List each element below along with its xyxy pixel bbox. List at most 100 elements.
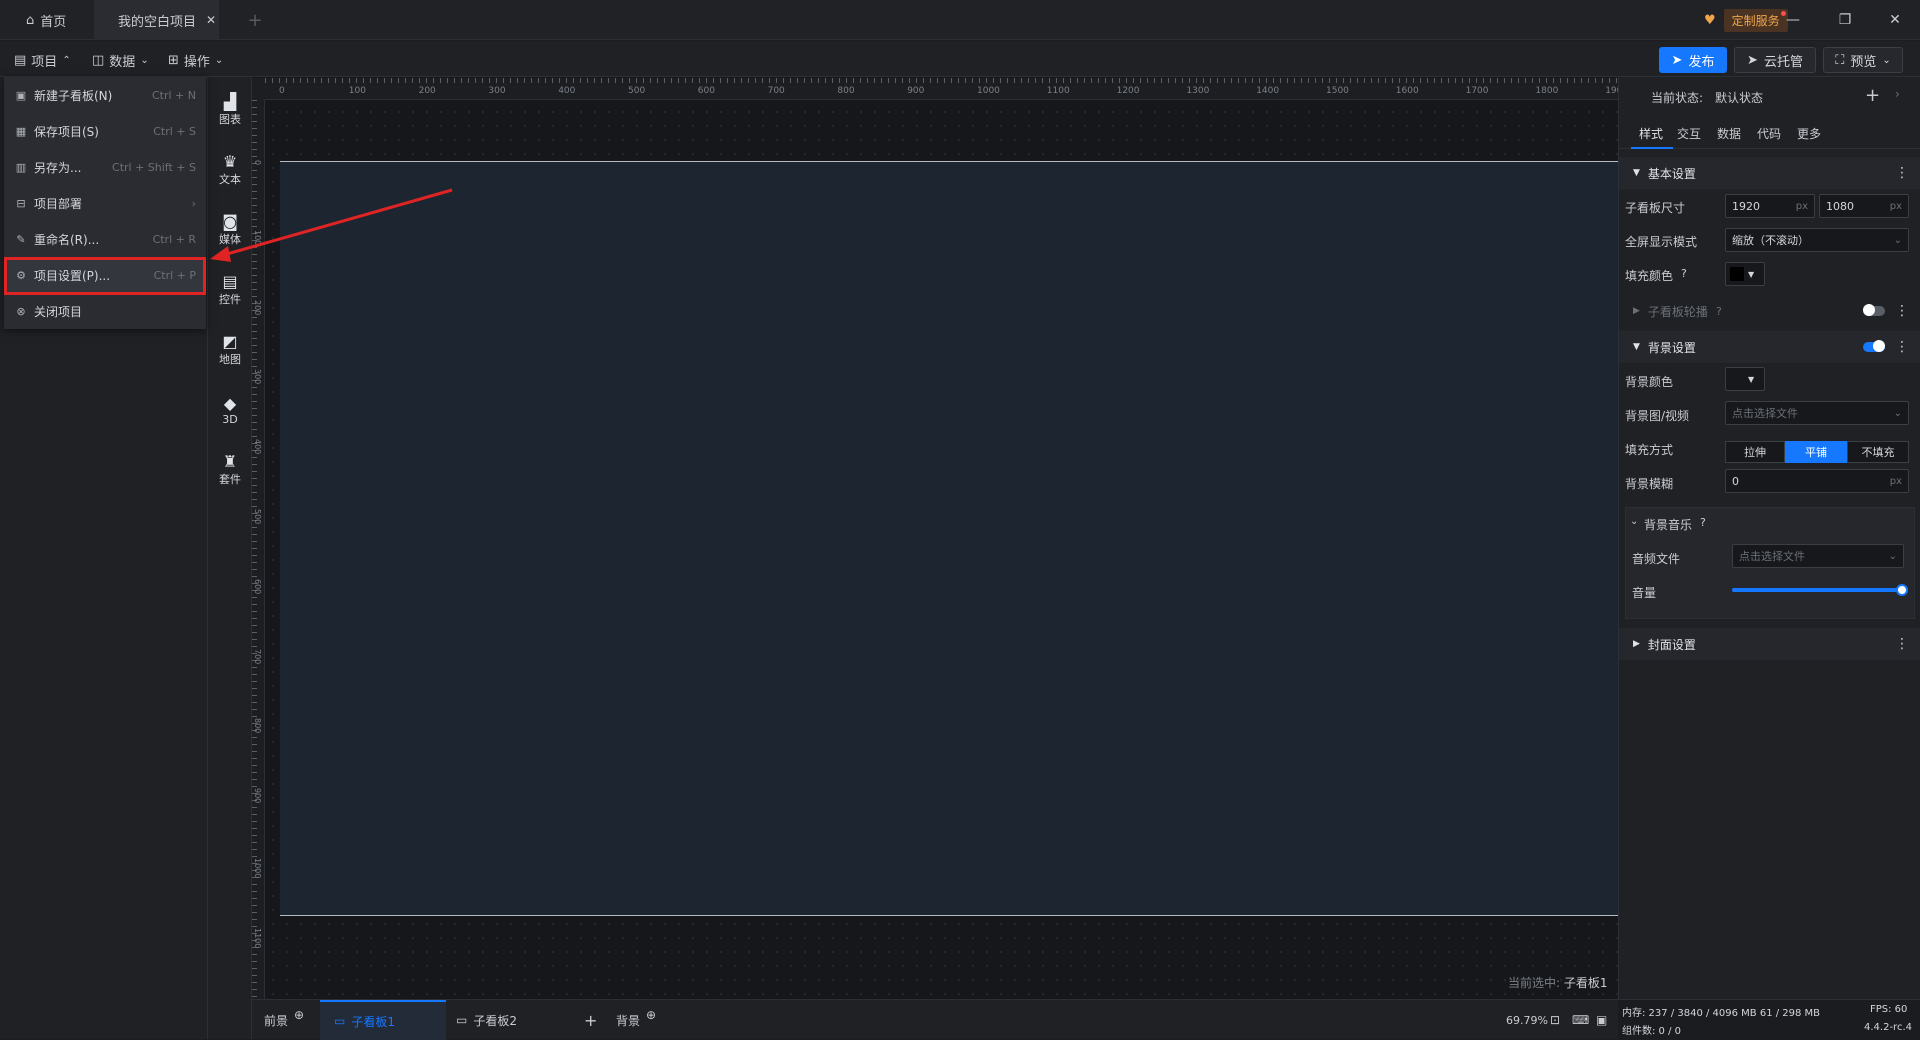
background-tab[interactable]: 背景 ⊕ [616, 1000, 656, 1040]
menu-item-save-as[interactable]: ▥ 另存为... Ctrl + Shift + S [4, 150, 206, 184]
carousel-toggle[interactable] [1863, 304, 1885, 316]
tab-more[interactable]: 更多 [1797, 125, 1821, 142]
bg-image-placeholder: 点击选择文件 [1732, 407, 1798, 420]
keyboard-button[interactable]: ⌨ [1572, 1000, 1589, 1040]
cloud-hosting-button[interactable]: ➤ 云托管 [1734, 47, 1816, 73]
ruler-left-tick: 500 [253, 509, 262, 525]
tab-home[interactable]: ⌂ 首页 [0, 0, 92, 40]
chevron-down-icon: ⌄ [140, 54, 149, 66]
foreground-tab[interactable]: 前景 ⊕ [264, 1000, 304, 1040]
tab-style[interactable]: 样式 [1639, 125, 1663, 142]
ruler-top-tick: 1800 [1535, 86, 1559, 96]
volume-slider[interactable] [1732, 584, 1908, 596]
menu-item-label: 关闭项目 [34, 304, 83, 319]
console-button[interactable]: ▣ [1596, 1000, 1607, 1040]
publish-button[interactable]: ➤ 发布 [1659, 47, 1727, 73]
fill-mode-label: 填充方式 [1625, 443, 1674, 457]
help-icon[interactable]: ? [1681, 267, 1687, 280]
bg-blur-input[interactable]: 0 px [1725, 469, 1909, 493]
annotation-highlight-box [4, 257, 206, 295]
ruler-top-tick: 500 [628, 86, 646, 96]
chevron-down-icon[interactable]: ⌄ [1630, 516, 1638, 527]
caret-right-icon: ▶ [1633, 306, 1640, 316]
more-vertical-icon[interactable]: ⋮ [1895, 303, 1909, 319]
ruler-corner [252, 78, 265, 100]
cloud-label: 云托管 [1763, 54, 1803, 70]
fill-mode-none[interactable]: 不填充 [1847, 441, 1909, 463]
tab-project[interactable]: 我的空白项目 ✕ [94, 0, 219, 40]
tool-chart[interactable]: ▟ 图表 [208, 85, 252, 135]
menu-item-deploy[interactable]: ⊟ 项目部署 › [4, 186, 206, 220]
caret-down-icon: ▼ [1633, 342, 1640, 352]
fullscreen-mode-select[interactable]: 缩放（不滚动） ⌄ [1725, 228, 1909, 252]
tab-code[interactable]: 代码 [1757, 125, 1781, 142]
audio-file-label: 音频文件 [1632, 552, 1681, 566]
bg-image-label: 背景图/视频 [1625, 409, 1690, 423]
audio-file-select[interactable]: 点击选择文件 ⌄ [1732, 544, 1904, 568]
menu-data[interactable]: ◫ 数据 ⌄ [92, 49, 149, 71]
chevron-right-icon: › [191, 196, 196, 210]
fill-mode-tile[interactable]: 平铺 [1785, 441, 1847, 463]
ruler-left-tick: 1100 [253, 927, 262, 949]
ruler-top-tick: 1600 [1395, 86, 1419, 96]
more-vertical-icon[interactable]: ⋮ [1895, 636, 1909, 652]
menu-item-new-board[interactable]: ▣ 新建子看板(N) Ctrl + N [4, 78, 206, 112]
ruler-left-tick: 300 [253, 369, 262, 385]
save-icon: ▦ [15, 124, 27, 138]
help-icon[interactable]: ? [1700, 516, 1706, 529]
restore-button[interactable]: ❐ [1822, 0, 1868, 40]
board-height-value: 1080 [1826, 199, 1854, 213]
bg-image-select[interactable]: 点击选择文件 ⌄ [1725, 401, 1909, 425]
tool-control[interactable]: ▤ 控件 [208, 265, 252, 315]
help-icon[interactable]: ? [1716, 305, 1722, 318]
fill-mode-stretch[interactable]: 拉伸 [1725, 441, 1785, 463]
add-tab-button[interactable]: + [240, 0, 270, 40]
add-circle-icon[interactable]: ⊕ [294, 1008, 304, 1022]
minimize-button[interactable]: — [1770, 0, 1816, 40]
section-carousel[interactable]: ▶ 子看板轮播 ? ⋮ [1619, 295, 1920, 327]
text-icon: ♛ [222, 152, 238, 171]
close-icon[interactable]: ✕ [206, 13, 216, 27]
preview-button[interactable]: ⛶ 预览 ⌄ [1823, 47, 1903, 73]
fit-screen-icon: ⊡ [1550, 1013, 1561, 1027]
menu-item-label: 重命名(R)... [34, 232, 100, 247]
menu-item-label: 项目部署 [34, 196, 83, 211]
fit-screen-button[interactable]: ⊡ [1550, 1000, 1560, 1040]
more-vertical-icon[interactable]: ⋮ [1895, 165, 1909, 181]
tab-project-label: 我的空白项目 [118, 14, 197, 30]
add-circle-icon[interactable]: ⊕ [646, 1008, 656, 1022]
add-board-button[interactable]: + [584, 1000, 597, 1040]
menu-item-shortcut: Ctrl + R [152, 232, 196, 246]
tab-data[interactable]: 数据 [1717, 125, 1741, 142]
board-tab-2[interactable]: ▭ 子看板2 [456, 1000, 576, 1040]
section-background-settings[interactable]: ▼ 背景设置 ⋮ [1619, 331, 1920, 363]
menu-project[interactable]: ▤ 项目 ⌃ [14, 49, 71, 71]
bg-color-picker[interactable]: ▼ [1725, 367, 1765, 391]
background-toggle[interactable] [1863, 340, 1885, 352]
title-bar: ⌂ 首页 我的空白项目 ✕ + ♥ 定制服务 — ❐ ✕ [0, 0, 1920, 40]
fill-color-picker[interactable]: ▼ [1725, 262, 1765, 286]
bg-blur-label: 背景模糊 [1625, 477, 1674, 491]
window-close-button[interactable]: ✕ [1872, 0, 1918, 40]
tool-3d[interactable]: ◆ 3D [208, 385, 252, 435]
menu-operation[interactable]: ⊞ 操作 ⌄ [168, 49, 223, 71]
board-height-input[interactable]: 1080 px [1819, 194, 1909, 218]
section-cover-settings[interactable]: ▶ 封面设置 ⋮ [1619, 628, 1920, 660]
more-vertical-icon[interactable]: ⋮ [1895, 339, 1909, 355]
artboard[interactable] [280, 161, 1618, 916]
zoom-level[interactable]: 69.79% [1506, 1000, 1548, 1040]
tool-kit[interactable]: ♜ 套件 [208, 445, 252, 495]
board-width-input[interactable]: 1920 px [1725, 194, 1815, 218]
fullscreen-mode-value: 缩放（不滚动） [1732, 234, 1809, 247]
volume-slider-handle[interactable] [1896, 584, 1908, 596]
menu-item-close-project[interactable]: ⊗ 关闭项目 [4, 294, 206, 328]
bottom-bar: 前景 ⊕ ▭ 子看板1 ▭ 子看板2 + 背景 ⊕ 69.79% ⊡ ⌨ ▣ [252, 999, 1618, 1040]
board-tab-1[interactable]: ▭ 子看板1 [320, 1000, 446, 1040]
chevron-right-icon[interactable]: › [1895, 87, 1900, 101]
menu-item-save[interactable]: ▦ 保存项目(S) Ctrl + S [4, 114, 206, 148]
section-basic-settings[interactable]: ▼ 基本设置 ⋮ [1619, 157, 1920, 189]
menu-item-rename[interactable]: ✎ 重命名(R)... Ctrl + R [4, 222, 206, 256]
tab-interaction[interactable]: 交互 [1677, 125, 1701, 142]
tool-map[interactable]: ◩ 地图 [208, 325, 252, 375]
add-state-button[interactable]: + [1865, 85, 1880, 106]
